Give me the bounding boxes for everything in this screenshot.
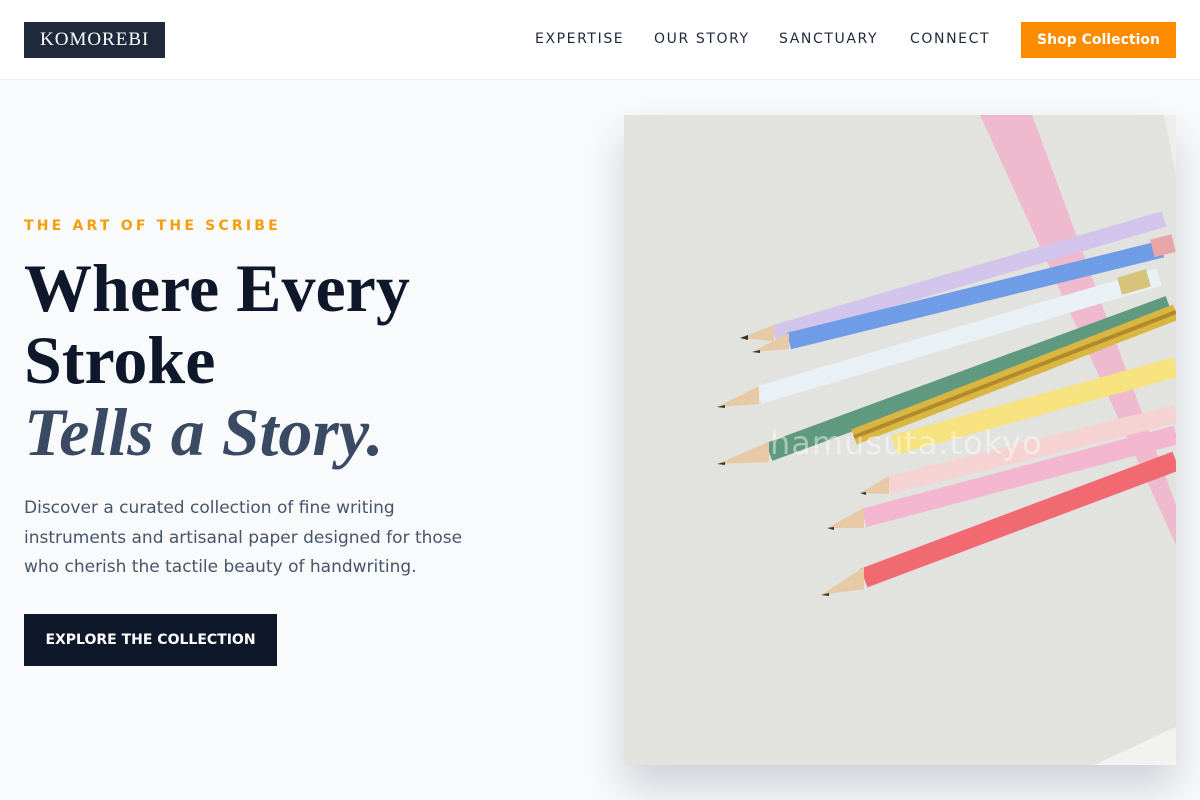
- explore-collection-button[interactable]: EXPLORE THE COLLECTION: [24, 614, 277, 666]
- nav-link-sanctuary[interactable]: SANCTUARY: [779, 30, 878, 48]
- shop-collection-button[interactable]: Shop Collection: [1021, 22, 1176, 58]
- nav-link-our-story[interactable]: OUR STORY: [654, 30, 750, 48]
- site-header: KOMOREBI EXPERTISE OUR STORY SANCTUARY C…: [0, 0, 1200, 80]
- brand-logo[interactable]: KOMOREBI: [24, 22, 166, 58]
- hero-headline: Where Every Stroke Tells a Story.: [24, 252, 410, 468]
- headline-line-3: Tells a Story.: [24, 394, 384, 470]
- nav-link-connect[interactable]: CONNECT: [910, 30, 990, 48]
- headline-line-2: Stroke: [24, 322, 216, 398]
- hero-eyebrow: THE ART OF THE SCRIBE: [24, 218, 281, 234]
- nav-link-expertise[interactable]: EXPERTISE: [535, 30, 624, 48]
- image-watermark: hamusuta.tokyo: [770, 424, 1043, 462]
- hero-description: Discover a curated collection of fine wr…: [24, 498, 463, 577]
- headline-line-1: Where Every: [24, 250, 410, 326]
